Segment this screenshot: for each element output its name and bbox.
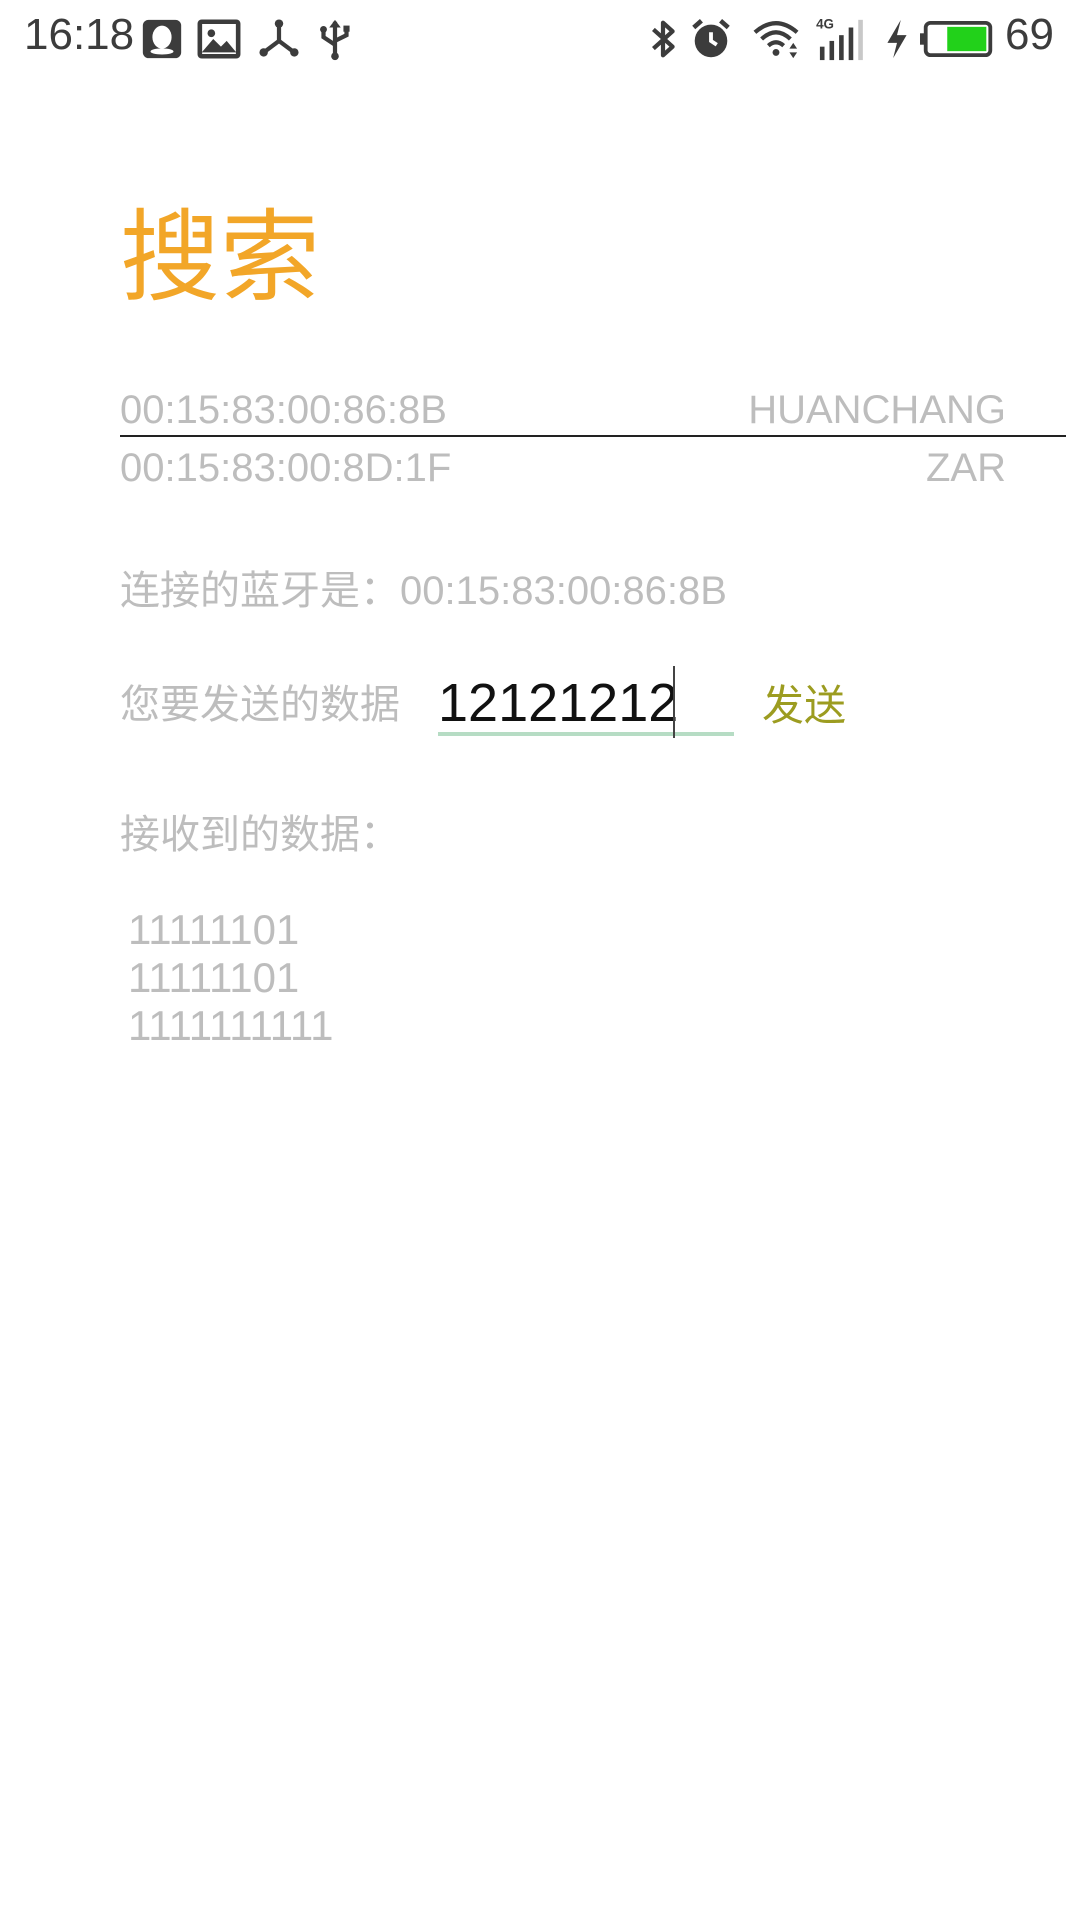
alarm-icon bbox=[688, 16, 734, 62]
device-list-item[interactable]: 00:15:83:00:8D:1F ZAR bbox=[120, 446, 1006, 500]
received-data-line: 1111111111 bbox=[128, 1002, 334, 1049]
device-name: HUANCHANG bbox=[748, 388, 1006, 432]
received-data-label: 接收到的数据： bbox=[120, 812, 400, 858]
list-divider bbox=[120, 435, 1066, 437]
received-data-list: 11111101 11111101 1111111111 bbox=[128, 906, 334, 1050]
4g-signal-icon: 4G bbox=[815, 16, 867, 62]
wifi-icon bbox=[750, 16, 802, 62]
usb-share-icon bbox=[256, 16, 302, 62]
network-type-label: 4G bbox=[816, 16, 834, 31]
device-list-item[interactable]: 00:15:83:00:86:8B HUANCHANG bbox=[120, 388, 1006, 442]
bluetooth-icon bbox=[640, 16, 686, 62]
charging-icon bbox=[880, 16, 914, 62]
text-cursor bbox=[673, 666, 675, 738]
battery-percent: 69 bbox=[1005, 10, 1054, 59]
qq-icon bbox=[139, 16, 185, 62]
gallery-icon bbox=[196, 16, 242, 62]
status-bar: 16:18 4G 69 bbox=[0, 0, 1080, 78]
search-button[interactable]: 搜索 bbox=[120, 198, 320, 318]
device-name: ZAR bbox=[926, 446, 1006, 490]
connected-label: 连接的蓝牙是： bbox=[120, 568, 400, 614]
status-time: 16:18 bbox=[24, 10, 135, 59]
received-data-line: 11111101 bbox=[128, 954, 300, 1001]
send-data-input[interactable] bbox=[438, 668, 734, 738]
received-data-line: 11111101 bbox=[128, 906, 300, 953]
send-data-label: 您要发送的数据 bbox=[120, 682, 400, 728]
usb-icon bbox=[312, 16, 358, 62]
device-mac: 00:15:83:00:8D:1F bbox=[120, 446, 452, 490]
send-button[interactable]: 发送 bbox=[762, 672, 846, 733]
device-mac: 00:15:83:00:86:8B bbox=[120, 388, 447, 432]
battery-icon bbox=[920, 16, 996, 62]
connected-address: 00:15:83:00:86:8B bbox=[400, 569, 727, 613]
app-screen: 16:18 4G 69 搜索 00:15:83:00:86:8B HUANCHA… bbox=[0, 0, 1080, 1920]
connected-device-text: 连接的蓝牙是：00:15:83:00:86:8B bbox=[120, 558, 727, 616]
input-underline bbox=[438, 732, 734, 736]
